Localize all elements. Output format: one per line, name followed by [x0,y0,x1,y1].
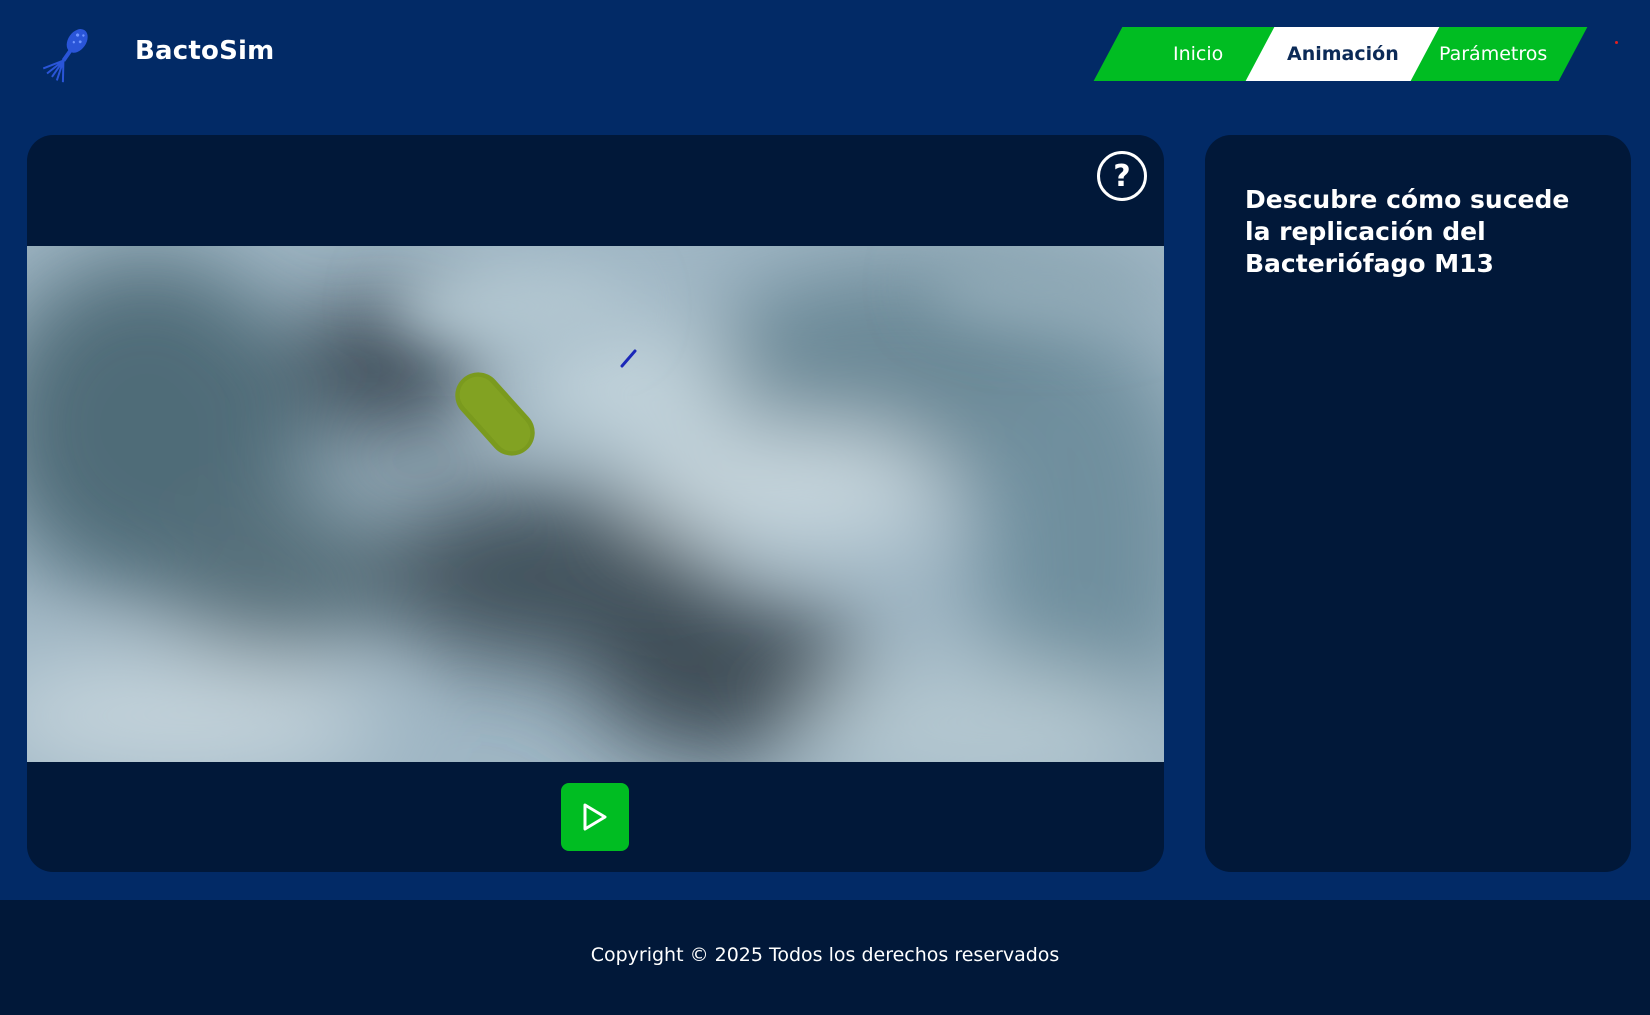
footer: Copyright © 2025 Todos los derechos rese… [0,900,1650,1015]
play-icon [583,803,607,831]
tab-inicio-label: Inicio [1172,43,1224,65]
status-dot [1615,41,1618,44]
help-button[interactable]: ? [1097,151,1147,201]
simulation-scene [27,246,1164,762]
bacteriophage-icon [42,29,88,83]
play-button[interactable] [561,783,629,851]
tab-animacion[interactable]: Animación [1245,27,1440,81]
tab-animacion-label: Animación [1286,43,1399,65]
info-panel: Descubre cómo sucede la replicación del … [1205,135,1631,872]
brand-name: BactoSim [135,36,275,66]
info-title: Descubre cómo sucede la replicación del … [1245,184,1570,278]
tab-parametros-label: Parámetros [1438,43,1548,65]
animation-canvas[interactable] [27,246,1164,762]
copyright-text: Copyright © 2025 Todos los derechos rese… [590,944,1060,966]
animation-panel: ? [27,135,1164,872]
question-circle-icon: ? [1113,158,1131,194]
